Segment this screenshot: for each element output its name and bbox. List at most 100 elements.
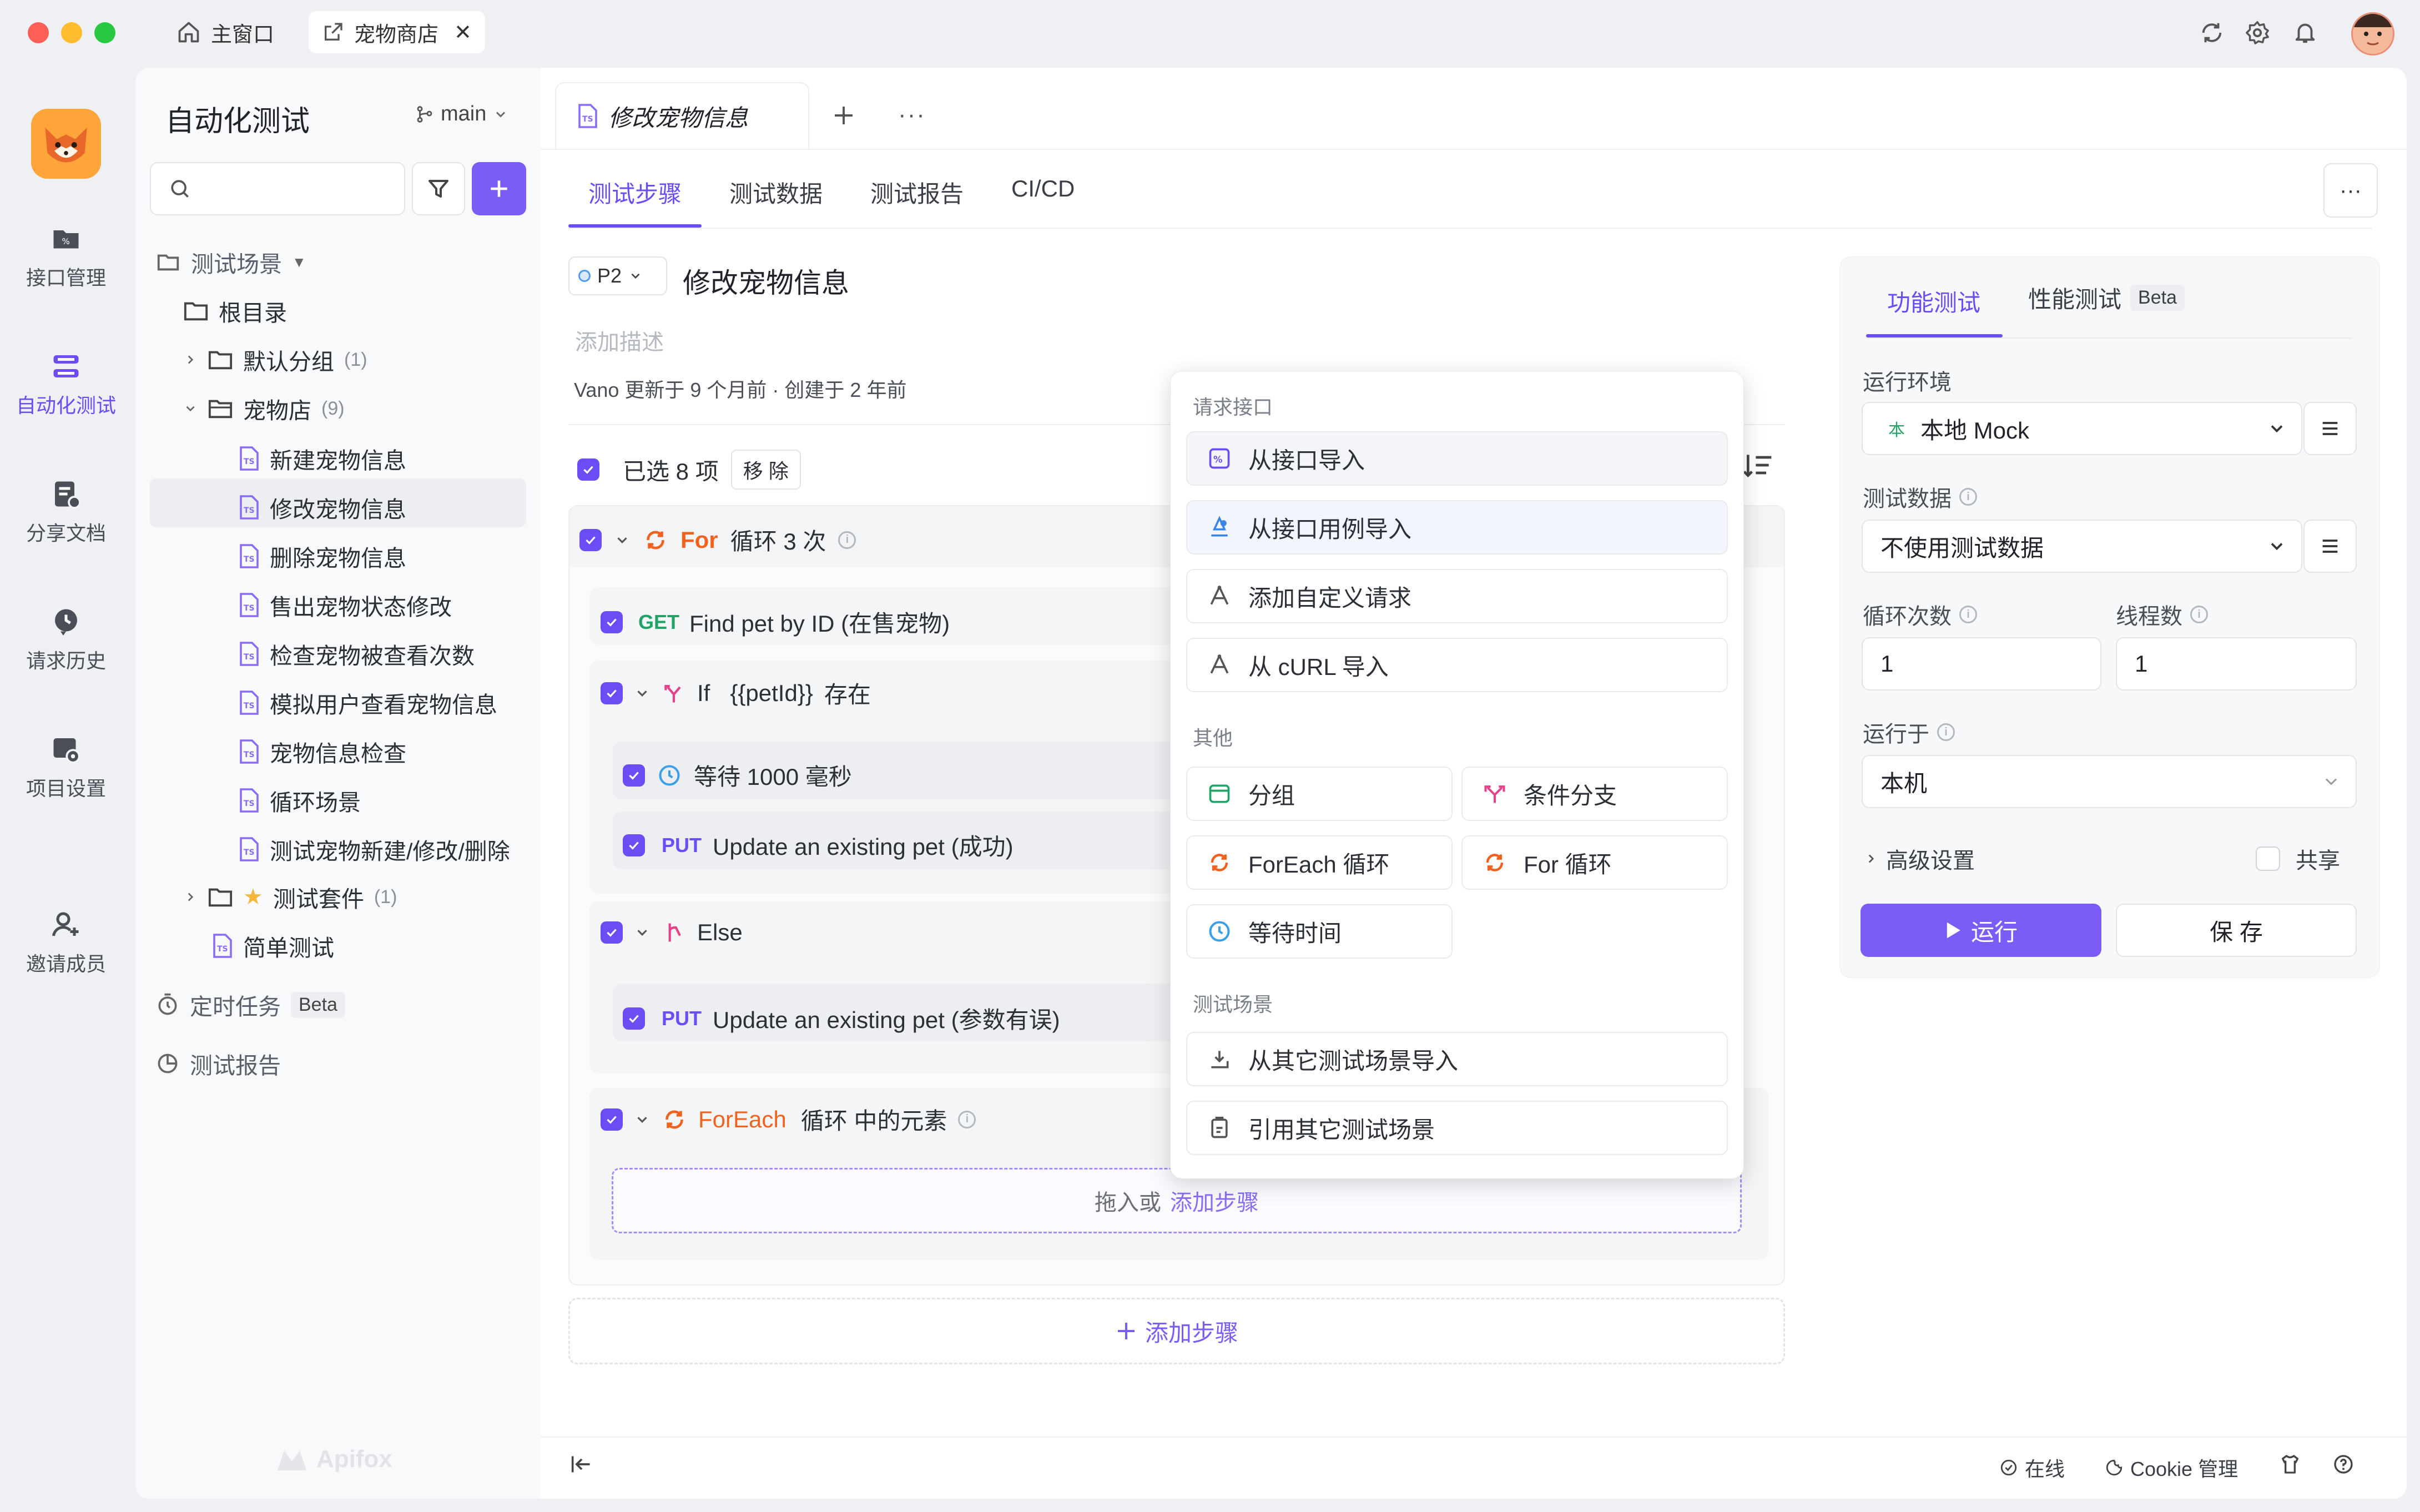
loop-count-input[interactable]: 1 <box>1862 637 2101 691</box>
remove-button[interactable]: 移 除 <box>730 450 801 490</box>
user-avatar[interactable] <box>2351 12 2394 56</box>
rail-automation[interactable]: 自动化测试 <box>0 350 132 419</box>
tree-scene-item[interactable]: TS 修改宠物信息 <box>238 491 406 524</box>
tab-functional-test[interactable]: 功能测试 <box>1887 284 1980 318</box>
branch-selector[interactable]: main <box>415 102 508 126</box>
tree-scene-item[interactable]: TS 宠物信息检查 <box>238 735 406 768</box>
step-checkbox[interactable] <box>579 528 602 551</box>
clothing-theme-icon[interactable] <box>2279 1453 2301 1475</box>
section-test-scenes[interactable]: 测试场景 ▼ <box>155 245 306 279</box>
tree-scene-item[interactable]: TS 售出宠物状态修改 <box>238 588 452 622</box>
menu-conditional-branch[interactable]: 条件分支 <box>1461 767 1728 821</box>
menu-import-other-scene[interactable]: 从其它测试场景导入 <box>1186 1032 1728 1086</box>
tab-test-report[interactable]: 测试报告 <box>870 175 964 209</box>
env-select[interactable]: 本 本地 Mock <box>1862 402 2302 455</box>
rail-api-management[interactable]: % 接口管理 <box>0 222 132 291</box>
online-status[interactable]: 在线 <box>1999 1453 2065 1482</box>
menu-import-curl[interactable]: 从 cURL 导入 <box>1186 638 1728 692</box>
step-put-success[interactable]: PUT Update an existing pet (成功) <box>623 828 1014 862</box>
menu-group[interactable]: 分组 <box>1186 767 1453 821</box>
tree-scene-item[interactable]: TS 循环场景 <box>238 784 361 817</box>
settings-gear-icon[interactable] <box>2245 20 2270 46</box>
step-put-invalid[interactable]: PUT Update an existing pet (参数有误) <box>623 1001 1060 1035</box>
select-all-checkbox[interactable] <box>577 458 599 481</box>
step-for-loop[interactable]: For 循环 3 次 i <box>579 523 856 557</box>
chevron-down-icon[interactable] <box>634 685 651 702</box>
tree-simple-test[interactable]: TS 简单测试 <box>211 929 334 962</box>
tab-test-steps[interactable]: 测试步骤 <box>588 175 682 209</box>
more-tabs-icon[interactable]: ··· <box>898 101 926 129</box>
refresh-icon[interactable] <box>2199 20 2225 46</box>
doc-tab-active[interactable]: TS 修改宠物信息 <box>555 82 809 149</box>
scenario-name[interactable]: 修改宠物信息 <box>683 261 849 301</box>
tree-scene-item[interactable]: TS 检查宠物被查看次数 <box>238 637 475 671</box>
new-tab-plus-icon[interactable] <box>830 102 857 129</box>
tab-ci-cd[interactable]: CI/CD <box>1011 175 1075 202</box>
tree-scene-item[interactable]: TS 新建宠物信息 <box>238 442 406 475</box>
close-tab-icon[interactable]: ✕ <box>454 20 472 45</box>
rail-request-history[interactable]: 请求历史 <box>0 605 132 674</box>
tab-home[interactable]: 主窗口 <box>177 11 274 53</box>
save-button[interactable]: 保 存 <box>2116 904 2357 957</box>
menu-import-from-api-case[interactable]: 从接口用例导入 <box>1186 500 1728 555</box>
add-button[interactable] <box>472 162 526 215</box>
collapse-sidebar-icon[interactable] <box>569 1453 594 1475</box>
minimize-window-button[interactable] <box>61 22 82 43</box>
run-button[interactable]: 运行 <box>1861 904 2101 957</box>
menu-reference-other-scene[interactable]: 引用其它测试场景 <box>1186 1101 1728 1155</box>
step-checkbox[interactable] <box>601 1108 623 1131</box>
step-wait[interactable]: 等待 1000 毫秒 <box>623 758 852 792</box>
step-checkbox[interactable] <box>601 611 623 633</box>
chevron-down-icon[interactable] <box>634 1111 651 1128</box>
tab-project[interactable]: 宠物商店 ✕ <box>309 11 485 53</box>
description-placeholder[interactable]: 添加描述 <box>575 324 664 356</box>
chevron-down-icon[interactable] <box>614 532 631 548</box>
tree-scene-item[interactable]: TS 删除宠物信息 <box>238 540 406 573</box>
tree-pet-store[interactable]: 宠物店 (9) <box>183 392 345 425</box>
menu-import-from-api[interactable]: % 从接口导入 <box>1186 431 1728 486</box>
tree-test-reports[interactable]: 测试报告 <box>155 1047 281 1080</box>
menu-wait-time[interactable]: 等待时间 <box>1186 904 1453 959</box>
step-checkbox[interactable] <box>601 682 623 704</box>
menu-for-loop[interactable]: For 循环 <box>1461 835 1728 890</box>
step-else[interactable]: Else <box>601 919 743 946</box>
menu-add-custom-request[interactable]: 添加自定义请求 <box>1186 569 1728 623</box>
checkbox-box[interactable] <box>2256 846 2280 871</box>
rail-share-docs[interactable]: 分享文档 <box>0 477 132 546</box>
tree-scheduled-tasks[interactable]: 定时任务 Beta <box>155 988 345 1021</box>
tree-scene-item[interactable]: TS 测试宠物新建/修改/删除 <box>238 833 510 866</box>
filter-button[interactable] <box>412 162 465 215</box>
more-options-button[interactable]: ··· <box>2323 163 2378 218</box>
rail-invite-members[interactable]: 邀请成员 <box>0 908 132 977</box>
search-input[interactable] <box>150 162 405 215</box>
tab-performance-test[interactable]: 性能测试 Beta <box>2028 281 2185 315</box>
advanced-settings-toggle[interactable]: 高级设置 <box>1864 843 1975 875</box>
rail-project-settings[interactable]: 项目设置 <box>0 733 132 802</box>
priority-selector[interactable]: P2 <box>568 256 667 295</box>
tab-test-data[interactable]: 测试数据 <box>729 175 823 209</box>
step-checkbox[interactable] <box>623 1007 645 1030</box>
menu-foreach-loop[interactable]: ForEach 循环 <box>1186 835 1453 890</box>
zoom-window-button[interactable] <box>94 22 115 43</box>
step-get-request[interactable]: GET Find pet by ID (在售宠物) <box>601 605 950 639</box>
cookie-management[interactable]: Cookie 管理 <box>2105 1453 2238 1482</box>
help-icon[interactable] <box>2332 1453 2355 1475</box>
drop-zone-link[interactable]: 添加步骤 <box>1170 1185 1259 1217</box>
test-data-select[interactable]: 不使用测试数据 <box>1862 520 2302 573</box>
step-checkbox[interactable] <box>623 834 645 856</box>
step-checkbox[interactable] <box>601 921 623 944</box>
test-data-manage-button[interactable] <box>2303 520 2357 573</box>
thread-count-input[interactable]: 1 <box>2116 637 2357 691</box>
tree-test-suite[interactable]: ★ 测试套件 (1) <box>183 880 397 914</box>
step-foreach[interactable]: ForEach 循环 中的元素 i <box>601 1102 976 1136</box>
share-checkbox[interactable]: 共享 <box>2256 843 2340 875</box>
step-if-condition[interactable]: If {{petId}} 存在 <box>601 676 871 710</box>
tree-scene-item[interactable]: TS 模拟用户查看宠物信息 <box>238 686 497 719</box>
notification-bell-icon[interactable] <box>2292 19 2318 46</box>
env-manage-button[interactable] <box>2303 402 2357 455</box>
sort-list-icon[interactable] <box>1743 451 1774 480</box>
tree-default-group[interactable]: 默认分组 (1) <box>183 343 367 376</box>
tree-root[interactable]: 根目录 <box>183 294 287 327</box>
close-window-button[interactable] <box>28 22 49 43</box>
run-on-select[interactable]: 本机 <box>1862 755 2357 808</box>
